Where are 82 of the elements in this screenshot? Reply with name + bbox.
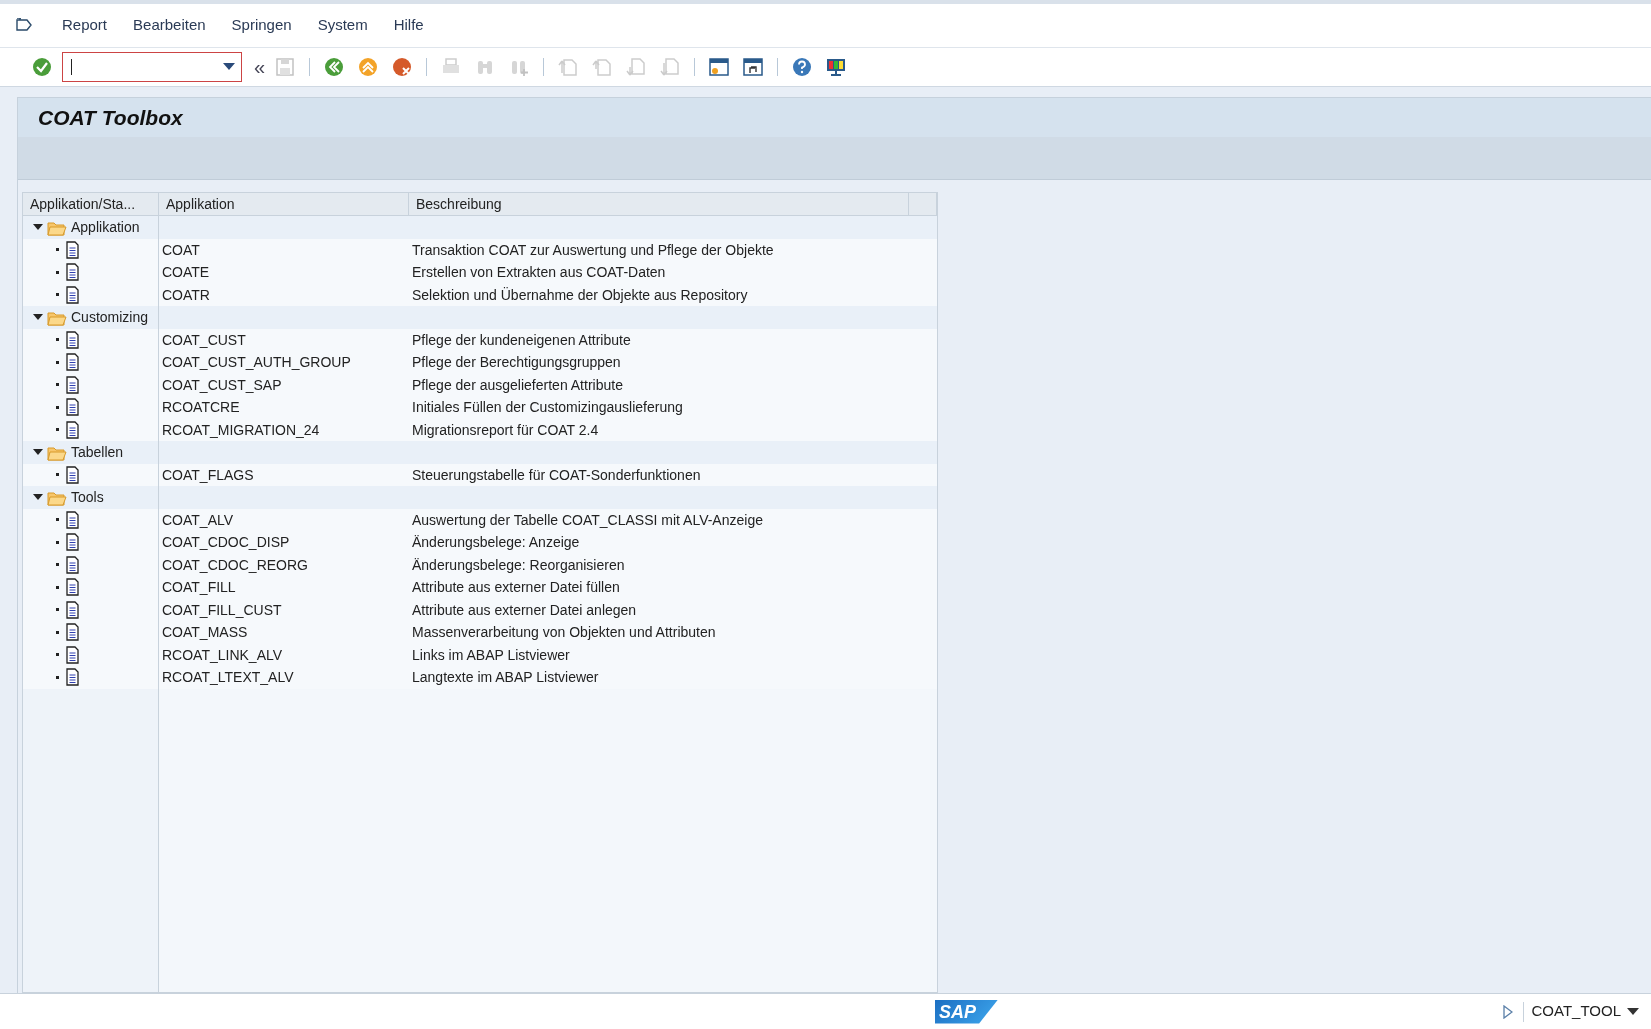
table-cell-text: Langtexte im ABAP Listviewer [411,668,600,687]
table-cell-text: COATE [161,263,211,282]
document-icon[interactable] [65,668,80,687]
table-cell-text: Massenverarbeitung von Objekten und Attributen [411,623,717,642]
document-icon[interactable] [65,330,80,349]
table-cell-text: RCOATCRE [161,398,241,417]
document-icon[interactable] [65,375,80,394]
document-icon[interactable] [65,398,80,417]
table-cell-text: RCOAT_MIGRATION_24 [161,420,321,440]
column-header[interactable]: Applikation [159,193,409,215]
table-cell-text: COAT_CDOC_REORG [161,555,309,575]
table-cell-text: Attribute aus externer Datei füllen [411,578,621,597]
dropdown-icon[interactable] [223,63,235,71]
back-icon[interactable] [324,57,345,77]
transaction-code: COAT_TOOL [1531,1001,1621,1022]
collapse-toolbar-button[interactable]: « [254,52,266,82]
new-session-icon[interactable] [709,57,730,77]
menu-item[interactable]: Report [62,14,108,37]
document-icon[interactable] [65,600,80,619]
table-cell-text: COAT_MASS [161,623,249,642]
document-icon[interactable] [65,510,80,529]
document-icon[interactable] [65,578,80,597]
document-icon[interactable] [65,465,80,484]
help-icon[interactable] [792,57,813,77]
document-icon[interactable] [65,623,80,642]
menu-item[interactable]: Hilfe [393,14,424,37]
tree-node-label[interactable]: Tabellen [71,441,124,463]
table-cell-text: Änderungsbelege: Anzeige [411,533,581,552]
table-cell-text: Initiales Füllen der Customizingauslieferung [411,398,684,417]
menu-item[interactable]: System [317,14,368,37]
table-cell-text: Migrationsreport für COAT 2.4 [411,420,600,440]
table-cell-text: COAT [161,240,201,260]
table-cell-text: Änderungsbelege: Reorganisieren [411,555,626,575]
table-cell-text: COAT_FILL_CUST [161,600,283,620]
tree-node-label[interactable]: Tools [71,486,104,508]
document-icon[interactable] [65,263,80,282]
menu-item[interactable]: Bearbeiten [133,14,206,37]
table-cell-text: Transaktion COAT zur Auswertung und Pflege der Objekte [411,240,775,260]
table-cell-text: COAT_CUST_AUTH_GROUP [161,353,352,372]
document-icon[interactable] [65,645,80,664]
table-cell-text: Pflege der kundeneigenen Attribute [411,330,632,350]
document-icon[interactable] [65,533,80,552]
table-cell-text: Steuerungstabelle für COAT-Sonderfunktionen [411,465,702,485]
tree-node-label[interactable]: Customizing [71,306,149,328]
table-cell-text: COAT_FLAGS [161,465,255,485]
table-cell-text: RCOAT_LTEXT_ALV [161,668,295,687]
collapse-arrow-icon[interactable] [33,493,43,502]
collapse-arrow-icon[interactable] [33,313,43,322]
enter-icon[interactable] [32,57,52,77]
command-field[interactable] [62,52,242,82]
document-icon[interactable] [65,240,80,259]
table-cell-text: COAT_CUST [161,330,247,350]
expand-status-icon[interactable] [1502,1004,1513,1019]
document-icon[interactable] [65,285,80,304]
table-cell-text: RCOAT_LINK_ALV [161,645,284,665]
document-icon[interactable] [65,353,80,372]
table-cell-text: COAT_CDOC_DISP [161,533,291,552]
document-icon[interactable] [65,420,80,439]
table-cell-text: Erstellen von Extrakten aus COAT-Daten [411,263,667,282]
sap-logo: SAP [935,999,998,1024]
monitor-icon[interactable] [826,57,847,77]
table-cell-text: Selektion und Übernahme der Objekte aus Repository [411,285,749,305]
table-cell-text: COAT_FILL [161,578,237,597]
document-icon[interactable] [65,555,80,574]
screen-title: COAT Toolbox [38,104,183,131]
collapse-arrow-icon[interactable] [33,223,43,232]
table-cell-text: Links im ABAP Listviewer [411,645,571,665]
collapse-arrow-icon[interactable] [33,448,43,457]
table-cell-text: Pflege der Berechtigungsgruppen [411,353,622,372]
menu-item[interactable]: Springen [231,14,292,37]
table-cell-text: COATR [161,285,211,305]
shortcut-icon[interactable] [743,57,764,77]
table-cell-text: COAT_ALV [161,510,235,530]
cancel-icon[interactable] [392,57,413,77]
table-cell-text: COAT_CUST_SAP [161,375,283,395]
dropdown-icon[interactable] [1627,1007,1639,1016]
column-header[interactable]: Beschreibung [409,193,909,215]
tree-node-label[interactable]: Applikation [71,216,140,238]
table-cell-text: Pflege der ausgelieferten Attribute [411,375,624,395]
table-cell-text: Auswertung der Tabelle COAT_CLASSI mit ALV-Anzeige [411,510,764,530]
column-header[interactable]: Applikation/Sta... [23,193,159,215]
table-cell-text: Attribute aus externer Datei anlegen [411,600,638,620]
